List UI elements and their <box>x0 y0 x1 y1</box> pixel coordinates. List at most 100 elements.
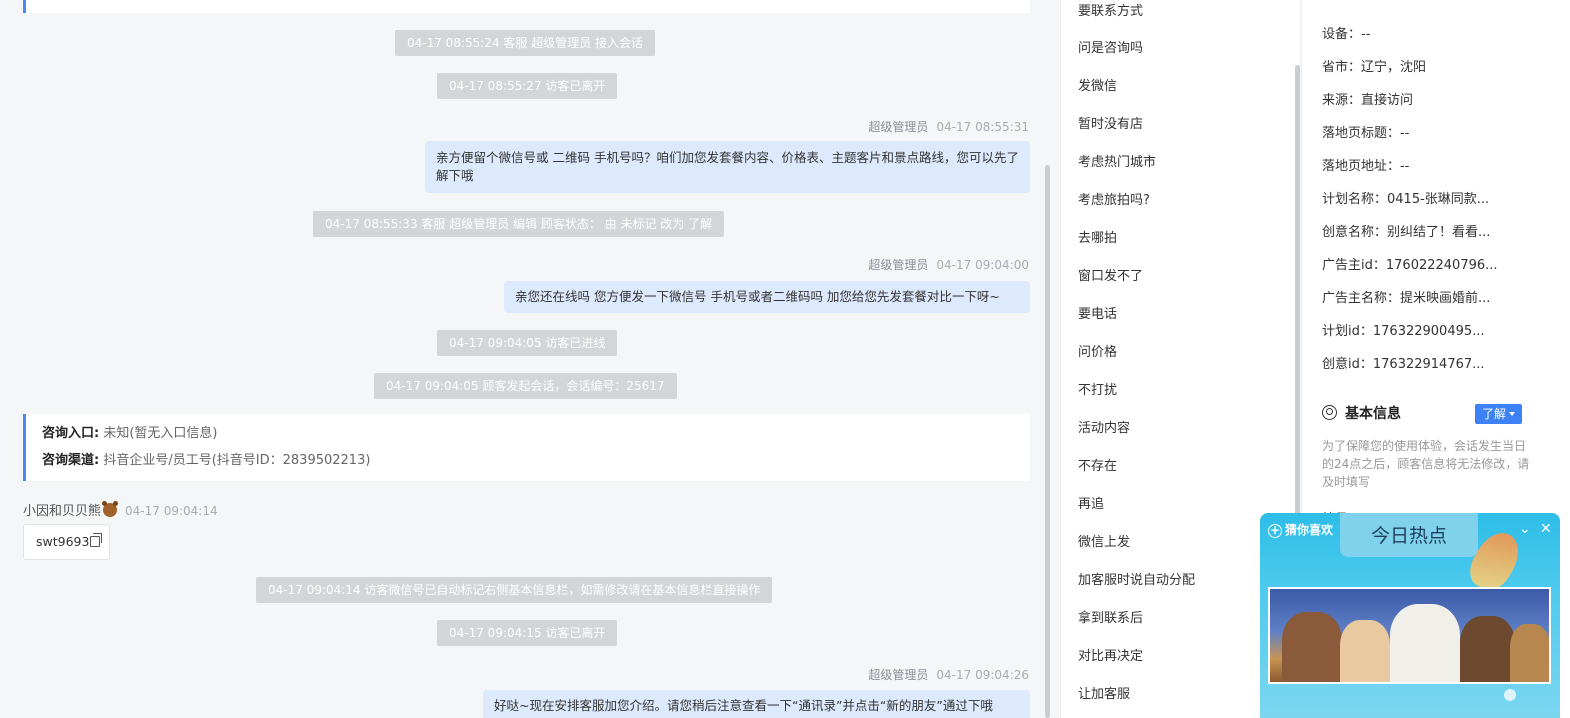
visitor-info-row: 广告主名称：提米映画婚前... <box>1322 287 1490 306</box>
visitor-info-row: 省市：辽宁，沈阳 <box>1322 56 1426 75</box>
tag-item[interactable]: 活动内容 <box>1078 417 1130 436</box>
customer-message[interactable]: swt9693 <box>23 524 110 560</box>
tag-item[interactable]: 问价格 <box>1078 341 1117 360</box>
info-value: 辽宁，沈阳 <box>1361 60 1427 75</box>
tag-item[interactable]: 拿到联系后 <box>1078 607 1143 626</box>
system-message: 04-17 08:55:27 访客已离开 <box>437 73 618 99</box>
tag-item[interactable]: 不打扰 <box>1078 379 1117 398</box>
tag-item[interactable]: 不存在 <box>1078 455 1117 474</box>
consult-entry-row: 咨询入口: 未知(暂无入口信息) <box>42 425 1014 442</box>
bear-emoji-icon <box>102 501 119 517</box>
info-value: -- <box>1400 159 1410 174</box>
banner-figure <box>1340 620 1390 682</box>
info-value: 直接访问 <box>1361 93 1414 108</box>
agent-message[interactable]: 亲方便留个微信号或 二维码 手机号吗？咱们加您发套餐内容、价格表、主题客片和景点… <box>425 141 1030 193</box>
basic-info-title: 基本信息 <box>1322 403 1401 423</box>
guess-you-like-label: + 猜你喜欢 <box>1268 521 1333 538</box>
tag-item[interactable]: 加客服时说自动分配 <box>1078 569 1195 588</box>
system-message: 04-17 09:04:05 顾客发起会话，会话编号：25617 <box>374 373 677 399</box>
visitor-info-row: 计划名称：0415-张琳同款... <box>1322 188 1489 207</box>
tag-item[interactable]: 再追 <box>1078 493 1104 512</box>
agent-message[interactable]: 好哒~现在安排客服加您介绍。请您稍后注意查看一下“通讯录”并点击“新的朋友”通过… <box>483 690 1030 718</box>
message-time: 04-17 08:55:31 <box>936 120 1029 134</box>
agent-message[interactable]: 亲您还在线吗 您方便发一下微信号 手机号或者二维码吗 加您给您先发套餐对比一下呀… <box>504 281 1030 313</box>
visitor-info-row: 设备：-- <box>1322 23 1370 42</box>
info-label: 落地页地址： <box>1322 159 1401 174</box>
consult-info-card: 咨询入口: 未知(暂无入口信息) 咨询渠道: 抖音企业号/员工号(抖音号ID：2… <box>23 414 1030 481</box>
app-root: 04-17 08:55:24 客服 超级管理员 接入会话 04-17 08:55… <box>0 0 1570 718</box>
agent-meta: 超级管理员 04-17 09:04:26 <box>868 666 1029 683</box>
tag-item[interactable]: 要电话 <box>1078 303 1117 322</box>
tag-item[interactable]: 窗口发不了 <box>1078 265 1143 284</box>
copy-icon[interactable] <box>90 533 103 547</box>
system-message: 04-17 08:55:24 客服 超级管理员 接入会话 <box>395 30 656 56</box>
visitor-info-row: 创意id：176322914767... <box>1322 353 1485 372</box>
ad-tab-title[interactable]: 今日热点 <box>1340 513 1478 557</box>
visitor-info-row: 落地页地址：-- <box>1322 155 1409 174</box>
basic-info-label: 基本信息 <box>1345 406 1401 422</box>
customer-status-label: 了解 <box>1482 407 1507 421</box>
customer-meta: 小因和贝贝熊 04-17 09:04:14 <box>23 500 218 519</box>
banner-figure <box>1460 616 1515 682</box>
tag-item[interactable]: 微信上发 <box>1078 531 1130 550</box>
consult-channel-row: 咨询渠道: 抖音企业号/员工号(抖音号ID：2839502213) <box>42 452 1014 469</box>
banner-figure <box>1282 612 1342 682</box>
user-circle-icon <box>1322 405 1337 420</box>
message-time: 04-17 09:04:26 <box>936 668 1029 682</box>
agent-meta: 超级管理员 04-17 08:55:31 <box>868 118 1029 135</box>
banner-figure <box>1390 604 1460 682</box>
tag-item[interactable]: 发微信 <box>1078 75 1117 94</box>
info-label: 计划id： <box>1322 324 1373 339</box>
chat-scrollbar-thumb[interactable] <box>1045 165 1050 718</box>
tag-item[interactable]: 要联系方式 <box>1078 0 1143 19</box>
info-label: 创意名称： <box>1322 225 1388 240</box>
guess-you-like-text: 猜你喜欢 <box>1285 523 1334 537</box>
chevron-down-icon[interactable]: ⌄ <box>1519 521 1531 537</box>
customer-status-dropdown[interactable]: 了解 <box>1475 404 1523 424</box>
consult-entry-label: 咨询入口: <box>42 426 100 441</box>
agent-name: 超级管理员 <box>868 120 929 134</box>
close-icon[interactable]: ✕ <box>1540 521 1552 537</box>
consult-channel-label: 咨询渠道: <box>42 453 100 468</box>
visitor-info-row: 落地页标题：-- <box>1322 122 1409 141</box>
info-label: 来源： <box>1322 93 1362 108</box>
carousel-dot[interactable] <box>1504 689 1516 701</box>
info-value: -- <box>1361 27 1371 42</box>
agent-meta: 超级管理员 04-17 09:04:00 <box>868 256 1029 273</box>
customer-message-text: swt9693 <box>36 534 90 549</box>
customer-name: 小因和贝贝熊 <box>23 504 102 519</box>
consult-channel-value: 抖音企业号/员工号(抖音号ID：2839502213) <box>103 453 371 468</box>
agent-name: 超级管理员 <box>868 258 929 272</box>
tag-item[interactable]: 问是咨询吗 <box>1078 37 1143 56</box>
ad-banner-image[interactable] <box>1268 587 1551 684</box>
info-label: 设备： <box>1322 27 1362 42</box>
info-value: 176322914767... <box>1372 357 1485 372</box>
chat-panel: 04-17 08:55:24 客服 超级管理员 接入会话 04-17 08:55… <box>0 0 1050 718</box>
info-label: 创意id： <box>1322 357 1373 372</box>
system-message: 04-17 09:04:05 访客已进线 <box>437 330 618 356</box>
info-value: 176322900495... <box>1372 324 1485 339</box>
visitor-info-row: 计划id：176322900495... <box>1322 320 1485 339</box>
system-message: 04-17 09:04:14 访客微信号已自动标记右侧基本信息栏，如需修改请在基… <box>256 577 773 603</box>
tag-item[interactable]: 对比再决定 <box>1078 645 1143 664</box>
consult-entry-value: 未知(暂无入口信息) <box>103 426 218 441</box>
tag-item[interactable]: 考虑旅拍吗? <box>1078 189 1150 208</box>
ad-popup[interactable]: + 猜你喜欢 今日热点 ⌄ ✕ <box>1260 513 1560 718</box>
visitor-info-row: 广告主id：176022240796... <box>1322 254 1498 273</box>
tag-item[interactable]: 暂时没有店 <box>1078 113 1143 132</box>
info-label: 计划名称： <box>1322 192 1388 207</box>
info-value: -- <box>1400 126 1410 141</box>
basic-info-notice: 为了保障您的使用体验，会话发生当日的24点之后，顾客信息将无法修改，请及时填写 <box>1322 439 1530 489</box>
info-label: 广告主名称： <box>1322 291 1401 306</box>
message-time: 04-17 09:04:14 <box>125 504 218 518</box>
banner-figure <box>1510 624 1549 682</box>
tag-item[interactable]: 让加客服 <box>1078 683 1130 702</box>
tag-item[interactable]: 考虑热门城市 <box>1078 151 1156 170</box>
system-message: 04-17 08:55:33 客服 超级管理员 编辑 顾客状态： 由 未标记 改… <box>313 211 725 237</box>
info-label: 广告主id： <box>1322 258 1386 273</box>
plus-icon: + <box>1268 523 1282 538</box>
chat-scrollbar[interactable] <box>1044 0 1050 718</box>
caret-down-icon <box>1509 412 1516 416</box>
tag-item[interactable]: 去哪拍 <box>1078 227 1117 246</box>
info-label: 落地页标题： <box>1322 126 1401 141</box>
